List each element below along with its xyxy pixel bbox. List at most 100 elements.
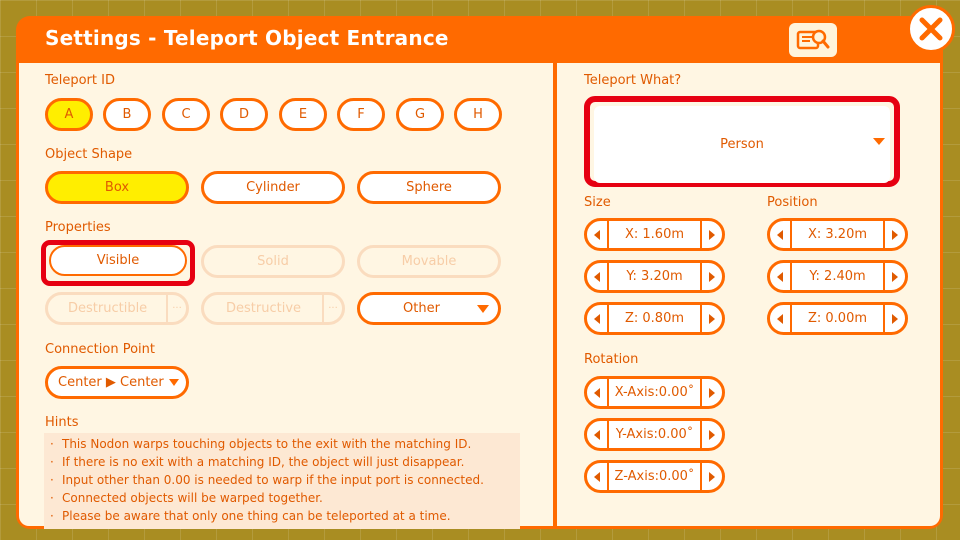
teleport-id-label: Teleport ID: [45, 73, 115, 88]
destructible-more-button[interactable]: ···: [166, 295, 186, 322]
position-y-decrease[interactable]: [770, 263, 792, 290]
arrow-left-icon: [594, 429, 600, 440]
visible-toggle[interactable]: Visible: [49, 245, 187, 276]
position-x-decrease[interactable]: [770, 221, 792, 248]
size-z-increase[interactable]: [700, 305, 722, 332]
shape-box-button[interactable]: Box: [45, 171, 189, 204]
size-z-stepper[interactable]: Z: 0.80m: [584, 302, 725, 335]
size-y-decrease[interactable]: [587, 263, 609, 290]
connection-point-label: Connection Point: [45, 342, 155, 357]
connection-point-value: Center ▶ Center: [58, 375, 164, 390]
rotation-x-increase[interactable]: [700, 379, 722, 406]
destructible-label: Destructible: [68, 301, 148, 316]
position-z-decrease[interactable]: [770, 305, 792, 332]
rotation-z-increase[interactable]: [700, 463, 722, 490]
shape-sphere-button[interactable]: Sphere: [357, 171, 501, 204]
teleport-id-d[interactable]: D: [220, 98, 268, 131]
size-y-increase[interactable]: [700, 263, 722, 290]
rotation-y-value: Y-Axis:0.00˚: [615, 427, 694, 442]
hint-item: Connected objects will be warped togethe…: [44, 489, 520, 507]
chevron-down-icon: [873, 138, 885, 145]
teleport-id-h[interactable]: H: [454, 98, 502, 131]
left-panel: Teleport ID A B C D E F G H Object Shape…: [19, 63, 553, 529]
size-x-decrease[interactable]: [587, 221, 609, 248]
teleport-what-label: Teleport What?: [584, 73, 682, 88]
teleport-id-a[interactable]: A: [45, 98, 93, 131]
size-label: Size: [584, 195, 611, 210]
teleport-id-b[interactable]: B: [103, 98, 151, 131]
position-z-increase[interactable]: [883, 305, 905, 332]
arrow-left-icon: [777, 271, 783, 282]
size-z-decrease[interactable]: [587, 305, 609, 332]
arrow-right-icon: [892, 229, 898, 240]
rotation-y-decrease[interactable]: [587, 421, 609, 448]
manual-search-icon: [796, 29, 830, 50]
position-x-value: X: 3.20m: [807, 227, 868, 242]
solid-toggle[interactable]: Solid: [201, 245, 345, 278]
hint-item: Input other than 0.00 is needed to warp …: [44, 471, 520, 489]
rotation-z-value: Z-Axis:0.00˚: [614, 469, 695, 484]
arrow-left-icon: [594, 387, 600, 398]
destructive-label: Destructive: [226, 301, 302, 316]
settings-dialog: Settings - Teleport Object Entrance Tele…: [16, 16, 943, 529]
hint-item: Please be aware that only one thing can …: [44, 507, 520, 525]
properties-label: Properties: [45, 220, 111, 235]
arrow-right-icon: [892, 271, 898, 282]
hint-item: If there is no exit with a matching ID, …: [44, 453, 520, 471]
destructive-more-button[interactable]: ···: [322, 295, 342, 322]
arrow-left-icon: [594, 229, 600, 240]
destructive-toggle[interactable]: Destructive ···: [201, 292, 345, 325]
teleport-what-dropdown[interactable]: Person: [594, 106, 890, 183]
arrow-left-icon: [594, 471, 600, 482]
teleport-id-f[interactable]: F: [337, 98, 385, 131]
shape-cylinder-button[interactable]: Cylinder: [201, 171, 345, 204]
close-button[interactable]: [907, 5, 955, 53]
position-x-stepper[interactable]: X: 3.20m: [767, 218, 908, 251]
size-x-increase[interactable]: [700, 221, 722, 248]
position-x-increase[interactable]: [883, 221, 905, 248]
chevron-down-icon: [169, 379, 179, 386]
rotation-x-decrease[interactable]: [587, 379, 609, 406]
arrow-right-icon: [709, 271, 715, 282]
position-z-stepper[interactable]: Z: 0.00m: [767, 302, 908, 335]
arrow-right-icon: [709, 429, 715, 440]
hints-label: Hints: [45, 415, 79, 430]
teleport-id-g[interactable]: G: [396, 98, 444, 131]
other-dropdown[interactable]: Other: [357, 292, 501, 325]
size-x-stepper[interactable]: X: 1.60m: [584, 218, 725, 251]
chevron-down-icon: [477, 305, 489, 313]
teleport-id-e[interactable]: E: [279, 98, 327, 131]
connection-point-dropdown[interactable]: Center ▶ Center: [45, 366, 189, 399]
position-y-value: Y: 2.40m: [809, 269, 866, 284]
hint-item: This Nodon warps touching objects to the…: [44, 435, 520, 453]
rotation-y-increase[interactable]: [700, 421, 722, 448]
arrow-left-icon: [777, 229, 783, 240]
arrow-left-icon: [594, 313, 600, 324]
arrow-right-icon: [709, 387, 715, 398]
arrow-right-icon: [709, 313, 715, 324]
teleport-what-value: Person: [720, 137, 764, 152]
rotation-y-stepper[interactable]: Y-Axis:0.00˚: [584, 418, 725, 451]
position-y-increase[interactable]: [883, 263, 905, 290]
destructible-toggle[interactable]: Destructible ···: [45, 292, 189, 325]
rotation-label: Rotation: [584, 352, 639, 367]
dialog-title: Settings - Teleport Object Entrance: [45, 26, 449, 50]
rotation-z-decrease[interactable]: [587, 463, 609, 490]
size-x-value: X: 1.60m: [624, 227, 685, 242]
rotation-x-stepper[interactable]: X-Axis:0.00˚: [584, 376, 725, 409]
right-panel: Teleport What? Person Size X: 1.60m Y: 3…: [557, 63, 940, 526]
size-y-stepper[interactable]: Y: 3.20m: [584, 260, 725, 293]
movable-toggle[interactable]: Movable: [357, 245, 501, 278]
other-label: Other: [403, 301, 440, 316]
teleport-id-c[interactable]: C: [162, 98, 210, 131]
help-button[interactable]: [789, 23, 837, 57]
arrow-left-icon: [594, 271, 600, 282]
position-y-stepper[interactable]: Y: 2.40m: [767, 260, 908, 293]
rotation-z-stepper[interactable]: Z-Axis:0.00˚: [584, 460, 725, 493]
hints-list: This Nodon warps touching objects to the…: [44, 433, 520, 529]
object-shape-label: Object Shape: [45, 147, 133, 162]
position-label: Position: [767, 195, 818, 210]
size-z-value: Z: 0.80m: [624, 311, 685, 326]
size-y-value: Y: 3.20m: [626, 269, 683, 284]
rotation-x-value: X-Axis:0.00˚: [614, 385, 695, 400]
